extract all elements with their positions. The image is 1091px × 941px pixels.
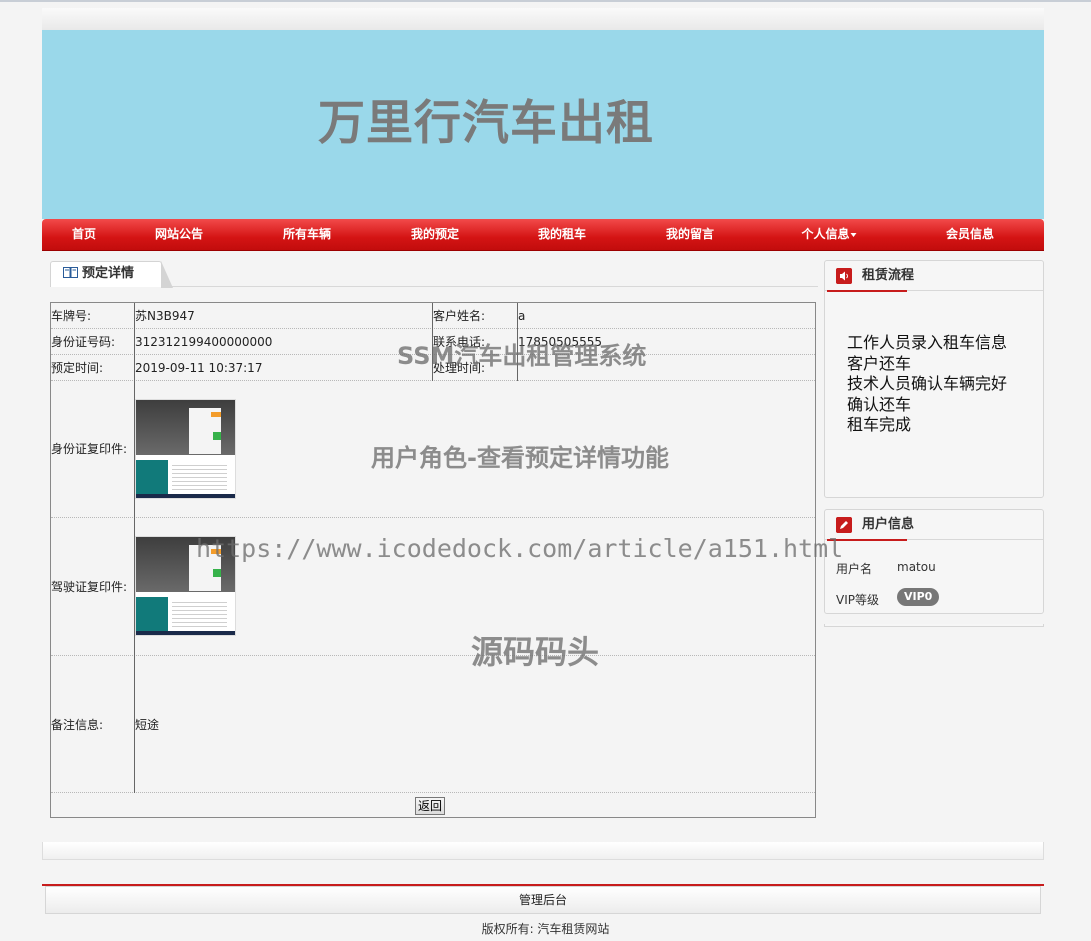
top-border [0,0,1091,2]
nav-all-vehicles[interactable]: 所有车辆 [283,219,331,251]
speaker-icon [836,268,852,284]
reserve-time-label: 预定时间: [51,361,104,375]
rental-process-title: 租赁流程 [862,268,915,283]
process-step: 客户还车 [847,353,912,373]
table-row: 驾驶证复印件: [51,518,815,656]
user-info-panel: 用户信息 用户名 matou VIP等级 VIP0 [824,509,1044,614]
tab-label: 预定详情 [82,266,135,281]
user-info-header: 用户信息 [825,510,1043,541]
table-row: 预定时间: 2019-09-11 10:37:17 处理时间: [51,355,815,381]
license-copy-label: 驾驶证复印件: [51,579,128,594]
back-button[interactable]: 返回 [415,797,446,815]
reserve-time-value: 2019-09-11 10:37:17 [135,360,263,375]
id-number-label: 身份证号码: [51,335,116,349]
id-copy-image[interactable] [135,399,236,499]
customer-value: a [518,308,526,323]
top-strip [42,8,1044,30]
process-step: 确认还车 [847,394,912,414]
edit-icon [836,517,852,533]
table-row: 身份证复印件: [51,381,815,518]
tab-reservation-details[interactable]: 预定详情 [50,261,173,288]
nav-announcements[interactable]: 网站公告 [155,219,203,251]
column-divider [432,303,433,381]
license-copy-image[interactable] [135,536,236,636]
chevron-down-icon [850,232,857,237]
nav-home[interactable]: 首页 [72,219,96,251]
nav-personal-info[interactable]: 个人信息 [801,219,857,251]
detail-tabbar: 预定详情 [50,261,818,288]
rental-process-header: 租赁流程 [825,261,1043,292]
table-row: 身份证号码: 312312199400000000 联系电话: 17850505… [51,329,815,355]
book-icon [63,267,78,278]
rental-process-steps: 工作人员录入租车信息 客户还车 技术人员确认车辆完好 确认还车 租车完成 [847,333,1007,436]
main-nav: 首页 网站公告 所有车辆 我的预定 我的租车 我的留言 个人信息 会员信息 [42,219,1044,251]
remark-value: 短途 [135,717,160,732]
username-label: 用户名 [836,562,873,576]
nav-my-messages[interactable]: 我的留言 [666,219,714,251]
process-step: 租车完成 [847,415,912,434]
process-step: 工作人员录入租车信息 [847,333,1008,352]
id-copy-label: 身份证复印件: [51,442,128,456]
nav-my-rentals[interactable]: 我的租车 [538,219,586,251]
customer-label: 客户姓名: [433,309,486,323]
rental-process-panel: 租赁流程 工作人员录入租车信息 客户还车 技术人员确认车辆完好 确认还车 租车完… [824,260,1044,498]
user-info-title: 用户信息 [862,517,915,532]
process-time-label: 处理时间: [433,361,486,375]
site-banner: 万里行汽车出租 [42,30,1044,219]
remark-label: 备注信息: [51,717,104,732]
reservation-details-table: 车牌号: 苏N3B947 客户姓名: a 身份证号码: 312312199400… [50,302,816,818]
column-divider [517,303,518,381]
header-accent [827,539,907,541]
vip-label: VIP等级 [836,593,879,607]
content-footer-strip [42,842,1044,860]
nav-my-reservations[interactable]: 我的预定 [411,219,459,251]
table-row: 车牌号: 苏N3B947 客户姓名: a [51,303,815,329]
plate-value: 苏N3B947 [135,309,195,323]
sidebar-spacer [824,624,1044,627]
plate-label: 车牌号: [51,309,92,323]
table-row: 备注信息: 短途 [51,656,815,793]
process-step: 技术人员确认车辆完好 [847,374,1008,393]
nav-member-info[interactable]: 会员信息 [946,219,994,251]
nav-personal-info-label: 个人信息 [801,227,850,241]
phone-value: 17850505555 [518,334,602,349]
admin-link[interactable]: 管理后台 [45,886,1041,914]
username-value: matou [897,560,936,574]
column-divider [134,303,135,793]
phone-label: 联系电话: [433,335,486,349]
header-accent [827,290,907,292]
copyright-text: 版权所有: 汽车租赁网站 [481,922,610,936]
vip-badge: VIP0 [897,588,940,606]
site-title: 万里行汽车出租 [318,96,654,151]
id-number-value: 312312199400000000 [135,334,273,349]
